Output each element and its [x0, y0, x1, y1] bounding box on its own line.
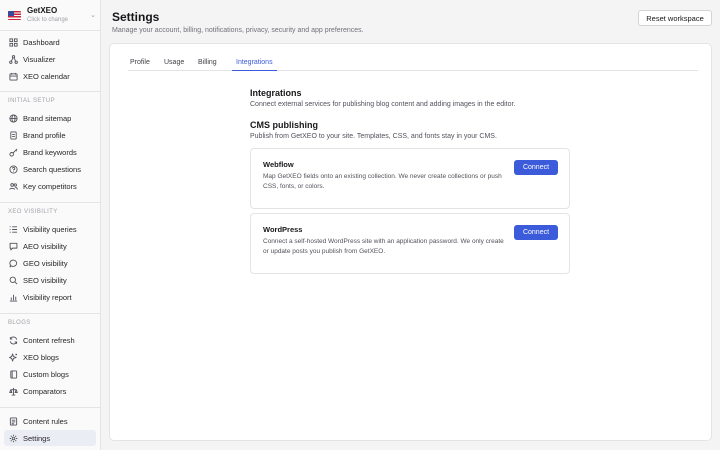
- webflow-description: Map GetXEO fields onto an existing colle…: [263, 173, 502, 190]
- wordpress-connect-button[interactable]: Connect: [514, 225, 558, 240]
- sidebar-item-visibility-report[interactable]: Visibility report: [4, 289, 96, 305]
- sidebar-item-content-refresh[interactable]: Content refresh: [4, 332, 96, 348]
- integrations-heading: Integrations: [250, 88, 302, 98]
- integrations-description: Connect external services for publishing…: [250, 101, 516, 108]
- sidebar-item-search-questions[interactable]: Search questions: [4, 161, 96, 177]
- sidebar-item-label: Dashboard: [23, 37, 60, 47]
- sidebar-item-label: XEO blogs: [23, 352, 59, 362]
- divider: [0, 91, 100, 92]
- sidebar-item-key-competitors[interactable]: Key competitors: [4, 178, 96, 194]
- sidebar-item-content-rules[interactable]: Content rules: [4, 413, 96, 429]
- sidebar-item-visualizer[interactable]: Visualizer: [4, 51, 96, 67]
- sidebar-item-label: Content rules: [23, 416, 68, 426]
- tab-profile[interactable]: Profile: [130, 54, 150, 71]
- section-label-xeo-visibility: XEO VISIBILITY: [8, 209, 58, 215]
- sidebar-item-label: GEO visibility: [23, 258, 68, 268]
- divider: [0, 313, 100, 314]
- help-circle-icon: [8, 164, 18, 174]
- section-label-blogs: BLOGS: [8, 320, 31, 326]
- book-icon: [8, 369, 18, 379]
- visualizer-icon: [8, 54, 18, 64]
- wordpress-description: Connect a self-hosted WordPress site wit…: [263, 238, 504, 255]
- reset-workspace-button[interactable]: Reset workspace: [638, 10, 712, 26]
- us-flag-icon: [8, 10, 21, 20]
- tab-usage[interactable]: Usage: [164, 54, 184, 71]
- sidebar-item-label: Settings: [23, 433, 51, 443]
- sidebar-item-label: Key competitors: [23, 181, 77, 191]
- sidebar-item-brand-sitemap[interactable]: Brand sitemap: [4, 110, 96, 126]
- document-icon: [8, 130, 18, 140]
- sidebar-item-aeo-visibility[interactable]: AEO visibility: [4, 238, 96, 254]
- cms-publishing-description: Publish from GetXEO to your site. Templa…: [250, 133, 497, 140]
- sidebar-item-label: Visibility report: [23, 292, 72, 302]
- gear-icon: [8, 433, 18, 443]
- tab-integrations[interactable]: Integrations: [232, 54, 277, 71]
- sidebar-item-label: Custom blogs: [23, 369, 69, 379]
- workspace-name: GetXEO: [27, 6, 58, 15]
- sidebar-item-label: SEO visibility: [23, 275, 67, 285]
- sidebar-item-label: Visibility queries: [23, 224, 77, 234]
- list-icon: [8, 224, 18, 234]
- refresh-icon: [8, 335, 18, 345]
- sidebar-item-custom-blogs[interactable]: Custom blogs: [4, 366, 96, 382]
- page-subtitle: Manage your account, billing, notificati…: [112, 27, 364, 34]
- page-title: Settings: [112, 10, 160, 24]
- sidebar-item-xeo-calendar[interactable]: XEO calendar: [4, 68, 96, 84]
- sidebar-item-comparators[interactable]: Comparators: [4, 383, 96, 399]
- section-label-initial-setup: INITIAL SETUP: [8, 98, 55, 104]
- sidebar-item-label: Brand keywords: [23, 147, 77, 157]
- search-icon: [8, 275, 18, 285]
- sidebar-item-label: Visualizer: [23, 54, 56, 64]
- bubble-icon: [8, 258, 18, 268]
- sidebar-item-seo-visibility[interactable]: SEO visibility: [4, 272, 96, 288]
- sidebar-item-xeo-blogs[interactable]: XEO blogs: [4, 349, 96, 365]
- sidebar-item-label: Brand sitemap: [23, 113, 72, 123]
- sidebar-item-settings[interactable]: Settings: [4, 430, 96, 446]
- settings-tabs: Profile Usage Billing Integrations: [128, 54, 698, 71]
- sidebar-item-label: Content refresh: [23, 335, 75, 345]
- grid-icon: [8, 37, 18, 47]
- sidebar: GetXEO Click to change ⌄ Dashboard Visua…: [0, 0, 101, 450]
- tab-billing[interactable]: Billing: [198, 54, 217, 71]
- settings-panel: Profile Usage Billing Integrations Integ…: [109, 43, 712, 441]
- key-icon: [8, 147, 18, 157]
- sidebar-item-geo-visibility[interactable]: GEO visibility: [4, 255, 96, 271]
- sidebar-item-brand-keywords[interactable]: Brand keywords: [4, 144, 96, 160]
- calendar-icon: [8, 71, 18, 81]
- sidebar-item-label: Search questions: [23, 164, 81, 174]
- chat-icon: [8, 241, 18, 251]
- cms-publishing-heading: CMS publishing: [250, 120, 318, 130]
- wordpress-card: WordPress Connect a self-hosted WordPres…: [250, 213, 570, 274]
- sparkles-icon: [8, 352, 18, 362]
- divider: [0, 407, 100, 408]
- globe-icon: [8, 113, 18, 123]
- chevron-down-icon: ⌄: [90, 12, 96, 19]
- users-icon: [8, 181, 18, 191]
- bar-chart-icon: [8, 292, 18, 302]
- compare-icon: [8, 386, 18, 396]
- webflow-title: Webflow: [263, 160, 294, 169]
- sidebar-item-label: Comparators: [23, 386, 67, 396]
- sidebar-item-label: XEO calendar: [23, 71, 70, 81]
- divider: [0, 202, 100, 203]
- wordpress-title: WordPress: [263, 225, 303, 234]
- sidebar-item-dashboard[interactable]: Dashboard: [4, 34, 96, 50]
- sidebar-item-visibility-queries[interactable]: Visibility queries: [4, 221, 96, 237]
- webflow-connect-button[interactable]: Connect: [514, 160, 558, 175]
- sidebar-item-label: Brand profile: [23, 130, 66, 140]
- webflow-card: Webflow Map GetXEO fields onto an existi…: [250, 148, 570, 209]
- workspace-switcher[interactable]: GetXEO Click to change ⌄: [6, 5, 96, 25]
- rules-icon: [8, 416, 18, 426]
- workspace-subtitle: Click to change: [27, 17, 69, 23]
- sidebar-item-label: AEO visibility: [23, 241, 67, 251]
- sidebar-item-brand-profile[interactable]: Brand profile: [4, 127, 96, 143]
- divider: [0, 30, 100, 31]
